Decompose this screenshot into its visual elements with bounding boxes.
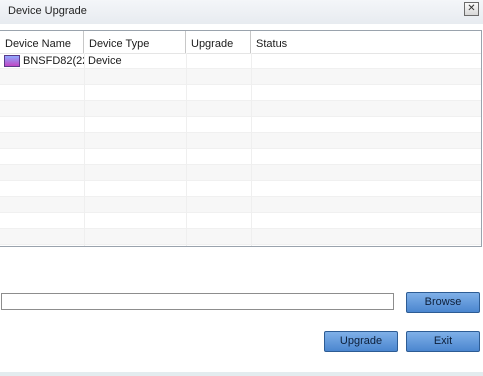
- empty-row: [0, 69, 481, 85]
- column-header-device-type[interactable]: Device Type: [84, 31, 186, 53]
- table-body: BNSFD82(225 Device: [0, 53, 481, 246]
- device-name-cell: BNSFD82(225: [23, 55, 84, 67]
- empty-row: [0, 101, 481, 117]
- empty-row: [0, 229, 481, 245]
- column-header-upgrade[interactable]: Upgrade: [186, 31, 251, 53]
- table-row[interactable]: BNSFD82(225 Device: [0, 53, 481, 69]
- browse-button[interactable]: Browse: [406, 292, 480, 313]
- empty-row: [0, 165, 481, 181]
- window-bottom-edge: [0, 372, 483, 376]
- device-table: Device Name Device Type Upgrade Status B…: [0, 30, 482, 247]
- column-header-status[interactable]: Status: [251, 31, 481, 53]
- status-cell: [255, 53, 475, 69]
- title-bar: Device Upgrade ✕: [0, 0, 483, 24]
- window-title: Device Upgrade: [8, 5, 87, 17]
- device-type-cell: Device: [88, 55, 122, 67]
- empty-row: [0, 117, 481, 133]
- close-icon[interactable]: ✕: [464, 2, 479, 16]
- column-divider: [84, 53, 85, 246]
- device-monitor-icon: [4, 55, 20, 67]
- empty-row: [0, 181, 481, 197]
- upgrade-button[interactable]: Upgrade: [324, 331, 398, 352]
- empty-row: [0, 197, 481, 213]
- table-header: Device Name Device Type Upgrade Status: [0, 31, 481, 54]
- empty-row: [0, 85, 481, 101]
- empty-row: [0, 213, 481, 229]
- file-path-input[interactable]: [1, 293, 394, 310]
- upgrade-cell: [190, 53, 248, 69]
- column-divider: [186, 53, 187, 246]
- empty-row: [0, 133, 481, 149]
- column-header-device-name[interactable]: Device Name: [0, 31, 84, 53]
- exit-button[interactable]: Exit: [406, 331, 480, 352]
- empty-row: [0, 149, 481, 165]
- column-divider: [251, 53, 252, 246]
